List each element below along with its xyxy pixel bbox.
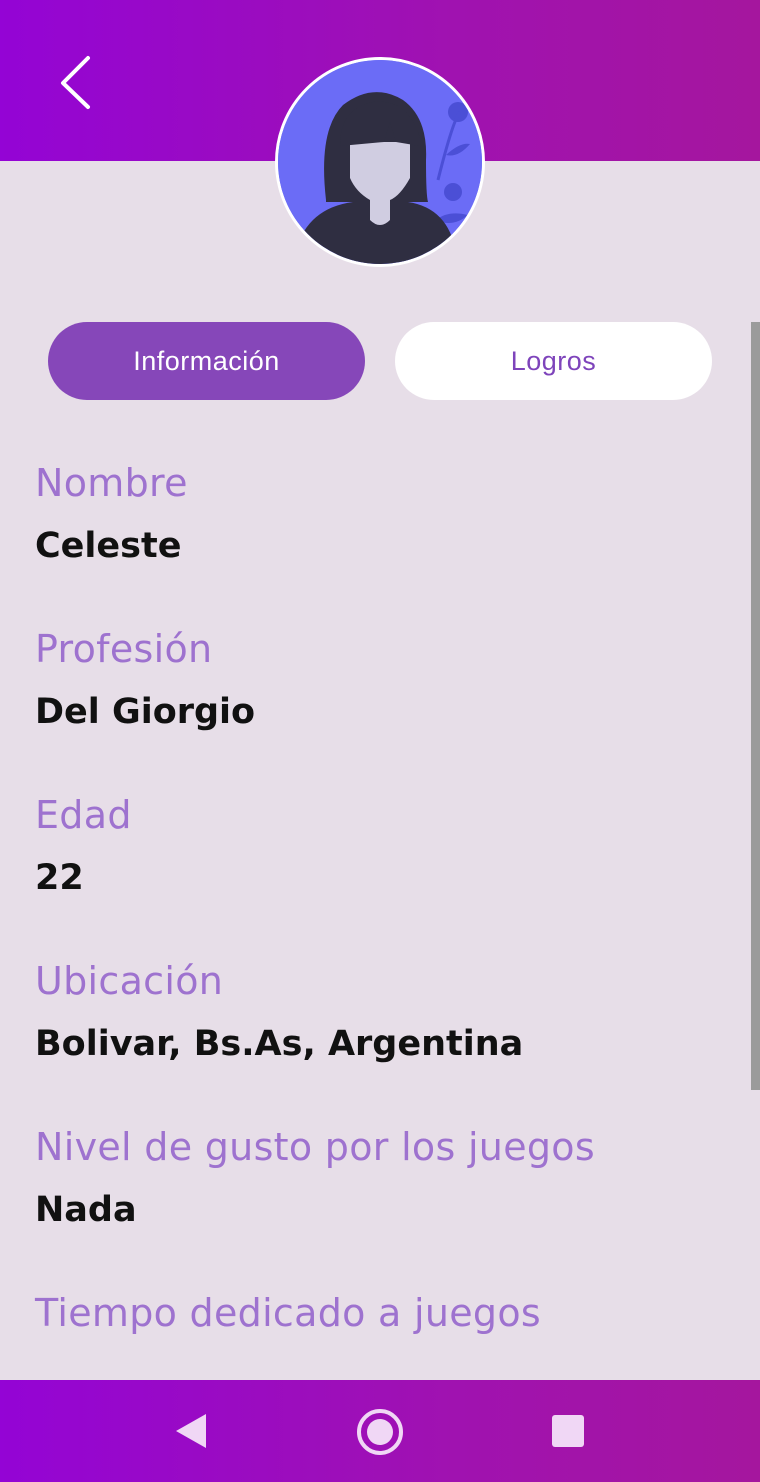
field-label: Nivel de gusto por los juegos — [35, 1125, 595, 1169]
back-button[interactable] — [50, 50, 110, 116]
field-value: 22 — [35, 858, 84, 898]
profile-tabs: Información Logros — [48, 322, 712, 400]
field-label: Edad — [35, 793, 132, 837]
field-label: Nombre — [35, 461, 188, 505]
field-label: Profesión — [35, 627, 213, 671]
field-nivel-gusto: Nivel de gusto por los juegos Nada — [35, 1119, 725, 1285]
triangle-back-icon — [176, 1414, 206, 1448]
nav-back-button[interactable] — [170, 1410, 210, 1452]
nav-recents-button[interactable] — [550, 1413, 586, 1449]
field-value: Del Giorgio — [35, 692, 256, 732]
field-nombre: Nombre Celeste — [35, 455, 725, 621]
field-ubicacion: Ubicación Bolivar, Bs.As, Argentina — [35, 953, 725, 1119]
profile-avatar — [275, 57, 485, 267]
nav-home-button[interactable] — [355, 1407, 405, 1457]
tab-informacion[interactable]: Información — [48, 322, 365, 400]
tab-informacion-label: Información — [133, 345, 280, 376]
field-value: Bolivar, Bs.As, Argentina — [35, 1024, 524, 1064]
field-label: Ubicación — [35, 959, 224, 1003]
avatar-illustration — [278, 60, 482, 264]
tab-logros[interactable]: Logros — [395, 322, 712, 400]
field-edad: Edad 22 — [35, 787, 725, 953]
field-value: Celeste — [35, 526, 182, 566]
field-label: Tiempo dedicado a juegos — [35, 1291, 542, 1335]
profile-info-list: Nombre Celeste Profesión Del Giorgio Eda… — [35, 455, 725, 1451]
field-value: Nada — [35, 1190, 137, 1230]
field-profesion: Profesión Del Giorgio — [35, 621, 725, 787]
tab-logros-label: Logros — [510, 345, 597, 376]
square-recents-icon — [552, 1415, 584, 1447]
system-nav-bar — [0, 1380, 760, 1482]
circle-home-icon — [357, 1409, 403, 1455]
scrollbar[interactable] — [751, 322, 760, 1090]
chevron-left-icon — [61, 56, 90, 109]
